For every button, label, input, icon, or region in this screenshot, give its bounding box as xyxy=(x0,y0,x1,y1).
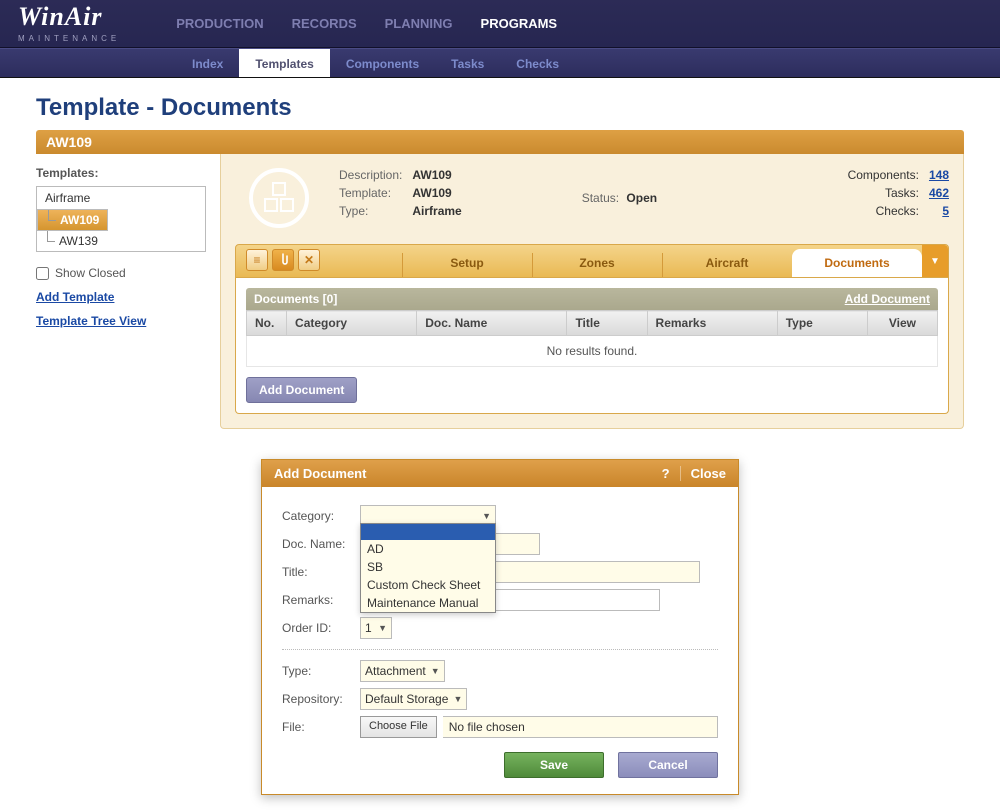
type-label: Type: xyxy=(339,204,402,218)
add-template-link[interactable]: Add Template xyxy=(36,290,206,304)
category-option-sb[interactable]: SB xyxy=(361,558,495,576)
counts-block: Components: 148 Tasks: 462 Checks: 5 xyxy=(848,168,949,218)
top-nav: PRODUCTION RECORDS PLANNING PROGRAMS xyxy=(176,16,557,31)
subnav-templates[interactable]: Templates xyxy=(239,49,329,77)
category-option-blank[interactable] xyxy=(361,524,495,540)
dialog-title: Add Document xyxy=(274,466,652,481)
col-type[interactable]: Type xyxy=(777,311,867,336)
nav-programs[interactable]: PROGRAMS xyxy=(481,16,558,31)
status-block: Status: Open xyxy=(582,191,657,205)
logo: WinAir MAINTENANCE xyxy=(18,4,120,43)
top-bar: WinAir MAINTENANCE PRODUCTION RECORDS PL… xyxy=(0,0,1000,48)
show-closed-label: Show Closed xyxy=(55,266,126,280)
description-value: AW109 xyxy=(412,168,461,182)
dialog-help-icon[interactable]: ? xyxy=(652,466,681,481)
status-label: Status: xyxy=(582,191,619,205)
dialog-header: Add Document ? Close xyxy=(262,460,738,487)
components-link[interactable]: 148 xyxy=(929,168,949,182)
repository-select[interactable]: Default Storage xyxy=(360,688,467,710)
nav-records[interactable]: RECORDS xyxy=(292,16,357,31)
tasks-link[interactable]: 462 xyxy=(929,186,949,200)
subnav-components[interactable]: Components xyxy=(330,49,435,77)
tree-root[interactable]: Airframe xyxy=(37,187,205,209)
documents-panel: Documents [0] Add Document No. Category … xyxy=(235,278,949,414)
description-label: Description: xyxy=(339,168,402,182)
menu-icon[interactable]: ≡ xyxy=(246,249,268,271)
attachment-icon[interactable] xyxy=(272,249,294,271)
main-panel: Description: AW109 Template: AW109 Type:… xyxy=(220,154,964,429)
tree-item-aw139[interactable]: AW139 xyxy=(37,231,205,251)
nav-planning[interactable]: PLANNING xyxy=(385,16,453,31)
documents-header: Documents [0] Add Document xyxy=(246,288,938,310)
template-label: Template: xyxy=(339,186,402,200)
add-document-button[interactable]: Add Document xyxy=(246,377,357,403)
status-value: Open xyxy=(626,191,657,205)
tab-aircraft[interactable]: Aircraft xyxy=(662,249,792,277)
cancel-button[interactable]: Cancel xyxy=(618,752,718,778)
dialog-body: Category: AD SB Custom Check Sheet Maint… xyxy=(262,487,738,794)
templates-label: Templates: xyxy=(36,166,206,180)
components-label: Components: xyxy=(848,168,919,182)
template-tree-view-link[interactable]: Template Tree View xyxy=(36,314,206,328)
sub-nav: Index Templates Components Tasks Checks xyxy=(0,48,1000,78)
category-option-mm[interactable]: Maintenance Manual xyxy=(361,594,495,612)
no-results: No results found. xyxy=(247,336,938,367)
col-view[interactable]: View xyxy=(867,311,937,336)
remarks-label: Remarks: xyxy=(282,593,360,607)
tasks-label: Tasks: xyxy=(885,186,919,200)
page-title: Template - Documents xyxy=(36,94,964,122)
logo-subtext: MAINTENANCE xyxy=(18,34,120,43)
category-option-ad[interactable]: AD xyxy=(361,540,495,558)
tab-strip: ≡ ✕ Setup Zones Aircraft Documents ▼ xyxy=(235,244,949,278)
logo-text: WinAir xyxy=(18,4,120,30)
template-info: Description: AW109 Template: AW109 Type:… xyxy=(339,168,462,218)
col-category[interactable]: Category xyxy=(287,311,417,336)
tab-documents[interactable]: Documents xyxy=(792,249,922,277)
add-document-link[interactable]: Add Document xyxy=(845,292,930,306)
col-docname[interactable]: Doc. Name xyxy=(417,311,567,336)
checks-link[interactable]: 5 xyxy=(942,204,949,218)
no-file-text: No file chosen xyxy=(443,716,718,738)
show-closed-checkbox[interactable] xyxy=(36,267,49,280)
template-value: AW109 xyxy=(412,186,461,200)
file-label: File: xyxy=(282,720,360,734)
close-icon[interactable]: ✕ xyxy=(298,249,320,271)
tab-setup[interactable]: Setup xyxy=(402,249,532,277)
show-closed-row[interactable]: Show Closed xyxy=(36,266,206,280)
docname-label: Doc. Name: xyxy=(282,537,360,551)
tab-zones[interactable]: Zones xyxy=(532,249,662,277)
subnav-index[interactable]: Index xyxy=(176,49,239,77)
dialog-close-button[interactable]: Close xyxy=(691,466,726,481)
category-option-ccs[interactable]: Custom Check Sheet xyxy=(361,576,495,594)
type-value: Airframe xyxy=(412,204,461,218)
choose-file-button[interactable]: Choose File xyxy=(360,716,437,738)
save-button[interactable]: Save xyxy=(504,752,604,778)
category-dropdown: AD SB Custom Check Sheet Maintenance Man… xyxy=(360,523,496,613)
col-no[interactable]: No. xyxy=(247,311,287,336)
category-label: Category: xyxy=(282,509,360,523)
title-label: Title: xyxy=(282,565,360,579)
documents-table: No. Category Doc. Name Title Remarks Typ… xyxy=(246,310,938,367)
orderid-label: Order ID: xyxy=(282,621,360,635)
type-select[interactable]: Attachment xyxy=(360,660,445,682)
tree-item-aw109[interactable]: AW109 xyxy=(37,209,108,231)
template-icon xyxy=(249,168,309,228)
separator xyxy=(282,649,718,650)
documents-count: Documents [0] xyxy=(254,292,337,306)
orderid-select[interactable]: 1 xyxy=(360,617,392,639)
repository-label: Repository: xyxy=(282,692,360,706)
add-document-dialog: Add Document ? Close Category: AD SB Cus… xyxy=(261,459,739,795)
template-tree: Airframe AW109 AW139 xyxy=(36,186,206,252)
subnav-checks[interactable]: Checks xyxy=(500,49,575,77)
tab-dropdown-icon[interactable]: ▼ xyxy=(922,245,948,277)
col-title[interactable]: Title xyxy=(567,311,647,336)
subnav-tasks[interactable]: Tasks xyxy=(435,49,500,77)
sidebar: Templates: Airframe AW109 AW139 Show Clo… xyxy=(36,154,206,429)
nav-production[interactable]: PRODUCTION xyxy=(176,16,263,31)
type-label: Type: xyxy=(282,664,360,678)
template-band: AW109 xyxy=(36,130,964,154)
checks-label: Checks: xyxy=(876,204,919,218)
col-remarks[interactable]: Remarks xyxy=(647,311,777,336)
